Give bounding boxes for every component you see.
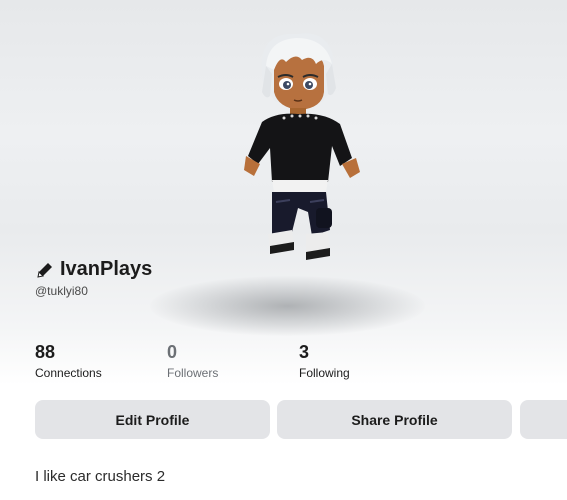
edit-profile-button[interactable]: Edit Profile [35, 400, 270, 439]
followers-stat[interactable]: 0 Followers [167, 342, 218, 380]
followers-count: 0 [167, 342, 178, 362]
profile-bio: I like car crushers 2 [35, 468, 166, 485]
display-name-row: IvanPlays [36, 258, 152, 281]
display-name: IvanPlays [60, 258, 153, 280]
connections-label: Connections [35, 366, 102, 380]
connections-count: 88 [35, 342, 56, 362]
following-stat[interactable]: 3 Following [299, 342, 350, 380]
following-count: 3 [299, 342, 310, 362]
avatar-shadow [150, 276, 425, 336]
more-options-button[interactable] [520, 400, 567, 439]
pencil-icon[interactable] [36, 261, 54, 279]
followers-label: Followers [167, 366, 219, 380]
following-label: Following [299, 366, 350, 380]
connections-stat[interactable]: 88 Connections [35, 342, 102, 380]
avatar-3d-figure[interactable] [236, 30, 376, 270]
share-profile-button[interactable]: Share Profile [277, 400, 512, 439]
username: @tuklyi80 [35, 284, 88, 298]
